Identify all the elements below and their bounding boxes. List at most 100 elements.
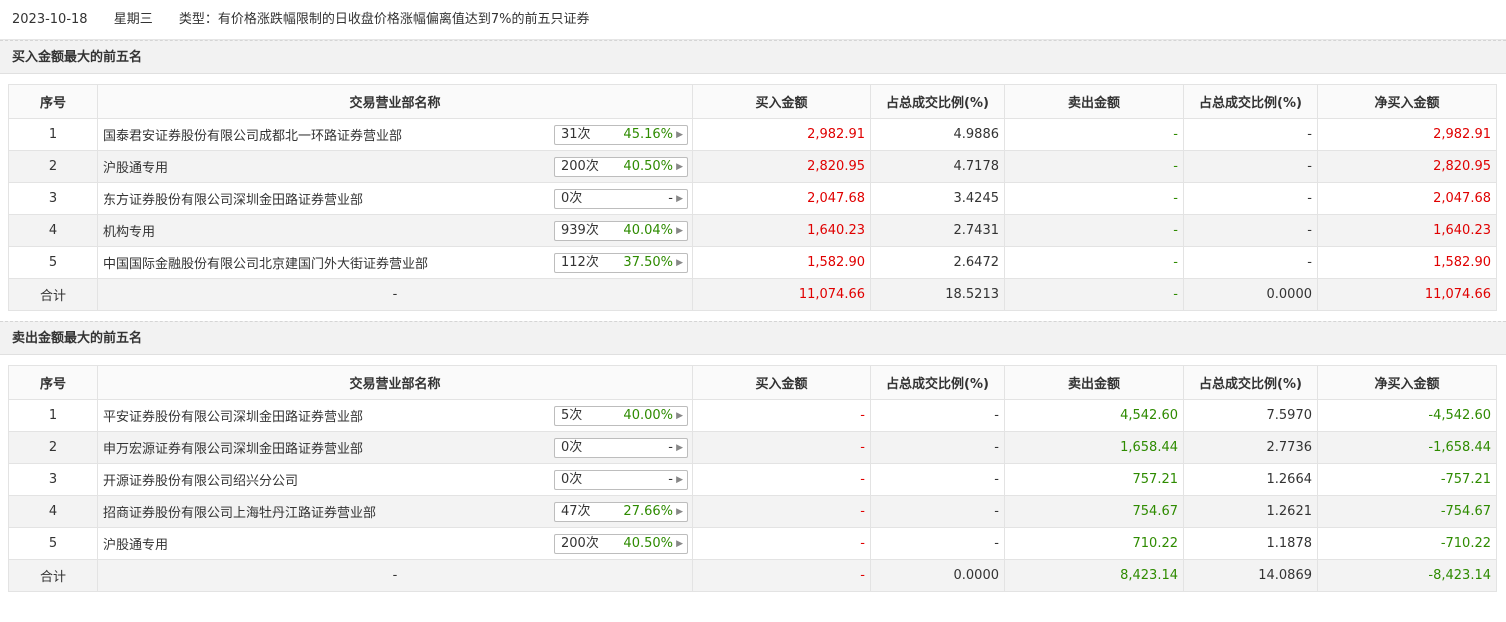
buy-section-title: 买入金额最大的前五名 xyxy=(0,40,1506,74)
sell-amount: - xyxy=(1004,182,1184,215)
win-rate: 45.16% xyxy=(623,127,673,142)
buy-amount: - xyxy=(692,399,871,432)
dept-name-link[interactable]: 申万宏源证券有限公司深圳金田路证券营业部 xyxy=(103,438,363,457)
dept-name-link[interactable]: 平安证券股份有限公司深圳金田路证券营业部 xyxy=(103,406,363,425)
table-row: 1 国泰君安证券股份有限公司成都北一环路证券营业部 31次 45.16% ▶ 2… xyxy=(8,118,1497,151)
buy-amount: 2,982.91 xyxy=(692,118,871,151)
total-row: 合计 - 11,074.66 18.5213 - 0.0000 11,074.6… xyxy=(8,278,1497,311)
triangle-right-icon: ▶ xyxy=(676,443,683,453)
sell-ratio: - xyxy=(1183,246,1318,279)
dept-stats-button[interactable]: 31次 45.16% ▶ xyxy=(554,125,688,145)
dept-stats-button[interactable]: 200次 40.50% ▶ xyxy=(554,157,688,177)
dept-stats-button[interactable]: 0次 - ▶ xyxy=(554,438,688,458)
col-buy-ratio: 占总成交比例(%) xyxy=(870,365,1005,400)
buy-ratio: - xyxy=(870,495,1005,528)
triangle-right-icon: ▶ xyxy=(676,258,683,268)
buy-ratio: 4.7178 xyxy=(870,150,1005,183)
triangle-right-icon: ▶ xyxy=(676,539,683,549)
total-net-amount: -8,423.14 xyxy=(1317,559,1497,592)
sell-ratio: 2.7736 xyxy=(1183,431,1318,464)
dept-name-link[interactable]: 招商证券股份有限公司上海牡丹江路证券营业部 xyxy=(103,502,376,521)
sell-amount: - xyxy=(1004,118,1184,151)
sell-ratio: 1.1878 xyxy=(1183,527,1318,560)
table-row: 3 东方证券股份有限公司深圳金田路证券营业部 0次 - ▶ 2,047.68 3… xyxy=(8,182,1497,215)
dept-cell: 申万宏源证券有限公司深圳金田路证券营业部 0次 - ▶ xyxy=(97,431,693,464)
dept-cell: 机构专用 939次 40.04% ▶ xyxy=(97,214,693,247)
win-rate: 40.50% xyxy=(623,159,673,174)
triangle-right-icon: ▶ xyxy=(676,475,683,485)
buy-amount: - xyxy=(692,463,871,496)
row-index: 3 xyxy=(8,463,98,496)
col-index: 序号 xyxy=(8,84,98,119)
dept-stats-button[interactable]: 0次 - ▶ xyxy=(554,470,688,490)
row-index: 2 xyxy=(8,431,98,464)
net-amount: -1,658.44 xyxy=(1317,431,1497,464)
table-row: 4 机构专用 939次 40.04% ▶ 1,640.23 2.7431 - -… xyxy=(8,214,1497,247)
row-index: 5 xyxy=(8,246,98,279)
col-sell-amount: 卖出金额 xyxy=(1004,365,1184,400)
buy-amount: - xyxy=(692,431,871,464)
sell-ratio: - xyxy=(1183,150,1318,183)
col-buy-ratio: 占总成交比例(%) xyxy=(870,84,1005,119)
buy-ratio: - xyxy=(870,431,1005,464)
dept-name-link[interactable]: 开源证券股份有限公司绍兴分公司 xyxy=(103,470,298,489)
net-amount: -757.21 xyxy=(1317,463,1497,496)
row-index: 1 xyxy=(8,118,98,151)
triangle-right-icon: ▶ xyxy=(676,507,683,517)
dept-name-link[interactable]: 中国国际金融股份有限公司北京建国门外大街证券营业部 xyxy=(103,253,428,272)
trade-count: 200次 xyxy=(561,536,599,551)
dept-stats-button[interactable]: 5次 40.00% ▶ xyxy=(554,406,688,426)
col-net-amount: 净买入金额 xyxy=(1317,84,1497,119)
dept-stats-button[interactable]: 939次 40.04% ▶ xyxy=(554,221,688,241)
dept-cell: 沪股通专用 200次 40.50% ▶ xyxy=(97,527,693,560)
total-sell-ratio: 14.0869 xyxy=(1183,559,1318,592)
dept-name-link[interactable]: 沪股通专用 xyxy=(103,534,168,553)
buy-ratio: 2.7431 xyxy=(870,214,1005,247)
trade-count: 0次 xyxy=(561,472,583,487)
net-amount: 2,820.95 xyxy=(1317,150,1497,183)
trade-count: 47次 xyxy=(561,504,591,519)
dept-stats-button[interactable]: 112次 37.50% ▶ xyxy=(554,253,688,273)
trade-count: 939次 xyxy=(561,223,599,238)
dept-cell: 沪股通专用 200次 40.50% ▶ xyxy=(97,150,693,183)
col-net-amount: 净买入金额 xyxy=(1317,365,1497,400)
sell-amount: 754.67 xyxy=(1004,495,1184,528)
win-rate: 37.50% xyxy=(623,255,673,270)
trade-count: 0次 xyxy=(561,191,583,206)
trade-count: 0次 xyxy=(561,440,583,455)
sell-ratio: 7.5970 xyxy=(1183,399,1318,432)
dept-name-link[interactable]: 机构专用 xyxy=(103,221,155,240)
triangle-right-icon: ▶ xyxy=(676,162,683,172)
trade-weekday: 星期三 xyxy=(113,12,153,27)
dept-name-link[interactable]: 沪股通专用 xyxy=(103,157,168,176)
row-index: 4 xyxy=(8,495,98,528)
sell-amount: - xyxy=(1004,150,1184,183)
total-label: 合计 xyxy=(8,278,98,311)
table-row: 4 招商证券股份有限公司上海牡丹江路证券营业部 47次 27.66% ▶ - -… xyxy=(8,495,1497,528)
triangle-right-icon: ▶ xyxy=(676,226,683,236)
dept-cell: 开源证券股份有限公司绍兴分公司 0次 - ▶ xyxy=(97,463,693,496)
net-amount: -4,542.60 xyxy=(1317,399,1497,432)
total-label: 合计 xyxy=(8,559,98,592)
dept-stats-button[interactable]: 0次 - ▶ xyxy=(554,189,688,209)
buy-table-wrap: 序号 交易营业部名称 买入金额 占总成交比例(%) 卖出金额 占总成交比例(%)… xyxy=(0,74,1506,321)
buy-amount: - xyxy=(692,527,871,560)
col-dept-name: 交易营业部名称 xyxy=(97,84,693,119)
buy-ratio: 3.4245 xyxy=(870,182,1005,215)
col-sell-amount: 卖出金额 xyxy=(1004,84,1184,119)
dept-stats-button[interactable]: 200次 40.50% ▶ xyxy=(554,534,688,554)
win-rate: - xyxy=(668,191,673,206)
dept-cell: 招商证券股份有限公司上海牡丹江路证券营业部 47次 27.66% ▶ xyxy=(97,495,693,528)
win-rate: - xyxy=(668,440,673,455)
buy-amount: 2,820.95 xyxy=(692,150,871,183)
dept-name-link[interactable]: 东方证券股份有限公司深圳金田路证券营业部 xyxy=(103,189,363,208)
dept-stats-button[interactable]: 47次 27.66% ▶ xyxy=(554,502,688,522)
col-index: 序号 xyxy=(8,365,98,400)
row-index: 5 xyxy=(8,527,98,560)
win-rate: 40.50% xyxy=(623,536,673,551)
win-rate: 40.00% xyxy=(623,408,673,423)
sell-amount: 710.22 xyxy=(1004,527,1184,560)
col-dept-name: 交易营业部名称 xyxy=(97,365,693,400)
triangle-right-icon: ▶ xyxy=(676,194,683,204)
dept-name-link[interactable]: 国泰君安证券股份有限公司成都北一环路证券营业部 xyxy=(103,125,402,144)
